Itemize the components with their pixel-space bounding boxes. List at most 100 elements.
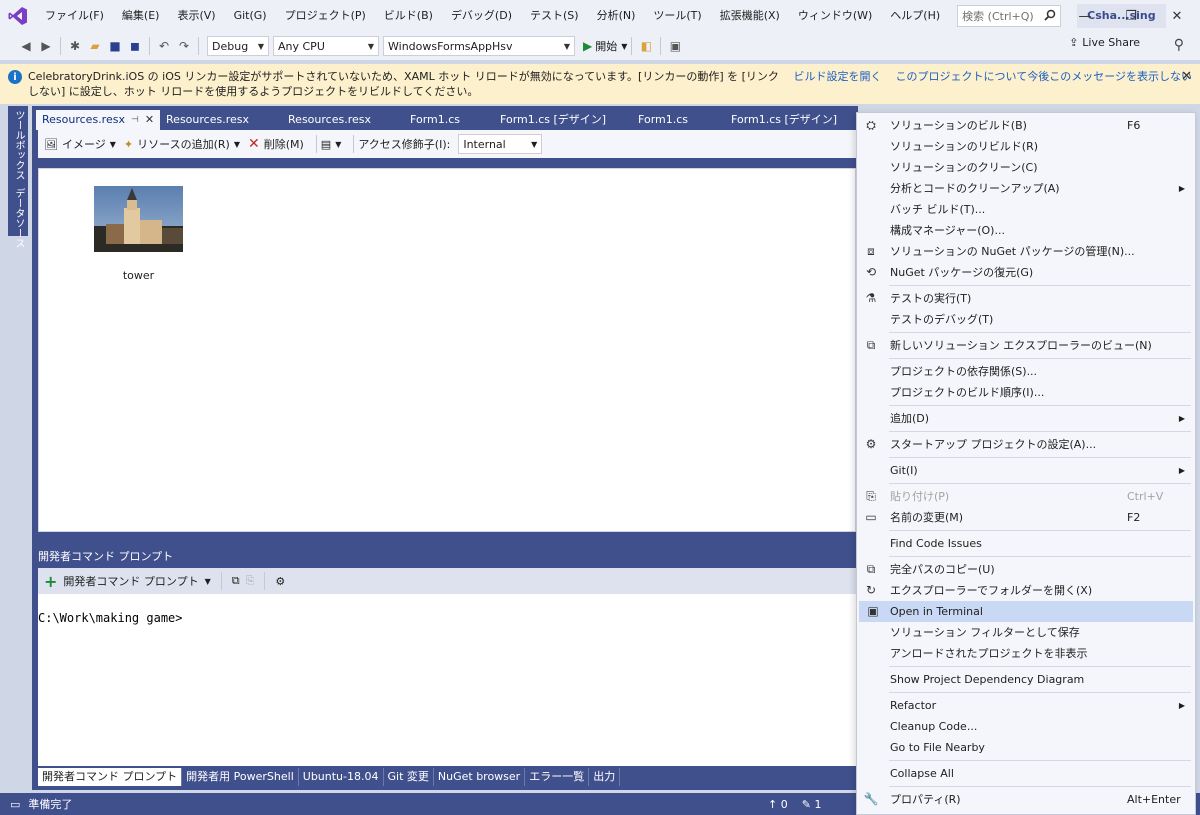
chevron-down-icon[interactable]: ▼: [205, 577, 211, 586]
tab-form1-cs[interactable]: Form1.cs: [404, 110, 494, 130]
context-menu-item[interactable]: Collapse All: [857, 763, 1195, 784]
context-menu-item[interactable]: ⧉ 新しいソリューション エクスプローラーのビュー(N): [857, 335, 1195, 356]
context-menu-item[interactable]: ⧉ 完全パスのコピー(U): [857, 559, 1195, 580]
save-all-icon[interactable]: ◼: [125, 36, 145, 56]
menu-tools[interactable]: ツール(T): [644, 0, 710, 32]
status-text: 準備完了: [28, 798, 73, 811]
context-menu-item[interactable]: Git(I) ▶: [857, 460, 1195, 481]
tab-form1-cs[interactable]: Form1.cs: [632, 110, 725, 130]
copy-icon[interactable]: ⧉: [232, 574, 240, 588]
hot-reload-icon[interactable]: ◧: [636, 36, 656, 56]
menu-file[interactable]: ファイル(F): [36, 0, 113, 32]
menu-test[interactable]: テスト(S): [521, 0, 588, 32]
screenshot-icon[interactable]: ▣: [665, 36, 685, 56]
context-menu-item[interactable]: ↻ エクスプローラーでフォルダーを開く(X): [857, 580, 1195, 601]
context-menu-item[interactable]: 分析とコードのクリーンアップ(A) ▶: [857, 178, 1195, 199]
tab-resources-resx[interactable]: Resources.resx: [282, 110, 404, 130]
menu-window[interactable]: ウィンドウ(W): [789, 0, 881, 32]
tab-form1-designer[interactable]: Form1.cs [デザイン]: [725, 110, 843, 130]
close-icon[interactable]: ✕: [1154, 0, 1200, 32]
restore-icon[interactable]: ❐: [1108, 0, 1154, 32]
context-menu-item[interactable]: Cleanup Code...: [857, 716, 1195, 737]
menu-item-label: 分析とコードのクリーンアップ(A): [890, 182, 1060, 195]
dont-show-again-link[interactable]: このプロジェクトについて今後このメッセージを表示しない: [896, 69, 1192, 99]
menu-build[interactable]: ビルド(B): [375, 0, 442, 32]
tab-ubuntu[interactable]: Ubuntu-18.04: [299, 768, 384, 786]
resource-thumbnail[interactable]: [94, 186, 183, 252]
add-terminal-icon[interactable]: +: [44, 572, 57, 591]
save-icon[interactable]: ■: [105, 36, 125, 56]
close-icon[interactable]: ✕: [1181, 69, 1192, 84]
menu-edit[interactable]: 編集(E): [113, 0, 169, 32]
context-menu-item[interactable]: Go to File Nearby: [857, 737, 1195, 758]
resource-type-button[interactable]: 🖼 イメージ ▼: [44, 136, 116, 152]
menu-item-label: 新しいソリューション エクスプローラーのビュー(N): [890, 339, 1152, 352]
context-menu-item[interactable]: Refactor ▶: [857, 695, 1195, 716]
gear-icon[interactable]: ⚙: [275, 575, 285, 588]
menu-analyze[interactable]: 分析(N): [588, 0, 645, 32]
context-menu-item[interactable]: 🔧 プロパティ(R) Alt+Enter: [857, 789, 1195, 810]
pin-icon[interactable]: ⊣: [131, 110, 139, 130]
context-menu-item[interactable]: 追加(D) ▶: [857, 408, 1195, 429]
context-menu-item[interactable]: プロジェクトの依存関係(S)...: [857, 361, 1195, 382]
open-build-settings-link[interactable]: ビルド設定を開く: [794, 69, 882, 99]
push-status[interactable]: ↑ 0: [768, 798, 788, 811]
context-menu-item[interactable]: ⟲ NuGet パッケージの復元(G): [857, 262, 1195, 283]
menu-extensions[interactable]: 拡張機能(X): [711, 0, 789, 32]
context-menu-item[interactable]: ▭ 名前の変更(M) F2: [857, 507, 1195, 528]
menu-debug[interactable]: デバッグ(D): [442, 0, 521, 32]
menu-view[interactable]: 表示(V): [168, 0, 224, 32]
startup-project-dropdown[interactable]: WindowsFormsAppHsv ▼: [383, 36, 575, 56]
close-tab-icon[interactable]: ✕: [145, 110, 154, 130]
minimize-icon[interactable]: —: [1062, 0, 1108, 32]
context-menu-item[interactable]: Show Project Dependency Diagram: [857, 669, 1195, 690]
menu-help[interactable]: ヘルプ(H): [881, 0, 949, 32]
feedback-icon[interactable]: ⚲: [1174, 37, 1184, 53]
back-icon[interactable]: ◀: [16, 36, 36, 56]
toolbox-tab[interactable]: ツールボックス: [8, 106, 29, 184]
terminal-output[interactable]: C:\Work\making game>: [38, 594, 856, 766]
edit-status[interactable]: ✎ 1: [802, 798, 822, 811]
context-menu-item[interactable]: テストのデバッグ(T): [857, 309, 1195, 330]
tab-resources-resx-active[interactable]: Resources.resx ⊣ ✕: [36, 110, 161, 130]
context-menu-item[interactable]: ⚙ スタートアップ プロジェクトの設定(A)...: [857, 434, 1195, 455]
new-project-icon[interactable]: ✱: [65, 36, 85, 56]
tab-form1-designer[interactable]: Form1.cs [デザイン]: [494, 110, 632, 130]
menu-project[interactable]: プロジェクト(P): [276, 0, 375, 32]
platform-dropdown[interactable]: Any CPU ▼: [273, 36, 379, 56]
redo-icon[interactable]: ↷: [174, 36, 194, 56]
access-modifier-dropdown[interactable]: Internal ▼: [458, 134, 543, 154]
context-menu-item[interactable]: ⧈ ソリューションの NuGet パッケージの管理(N)...: [857, 241, 1195, 262]
start-debugging-button[interactable]: ▶ 開始 ▼: [583, 38, 627, 54]
context-menu-item[interactable]: アンロードされたプロジェクトを非表示: [857, 643, 1195, 664]
context-menu-item[interactable]: ⛭ ソリューションのビルド(B) F6: [857, 115, 1195, 136]
configuration-dropdown[interactable]: Debug ▼: [207, 36, 269, 56]
tab-error-list[interactable]: エラー一覧: [525, 768, 590, 786]
context-menu-item[interactable]: プロジェクトのビルド順序(I)...: [857, 382, 1195, 403]
menu-git[interactable]: Git(G): [225, 0, 276, 32]
live-share-button[interactable]: ⇪ Live Share: [1069, 36, 1140, 49]
add-resource-button[interactable]: ✦ リソースの追加(R) ▼: [124, 136, 240, 152]
context-menu-item[interactable]: 構成マネージャー(O)...: [857, 220, 1195, 241]
context-menu-item[interactable]: ▣ Open in Terminal: [859, 601, 1193, 622]
open-file-icon[interactable]: ▰: [85, 36, 105, 56]
context-menu-item[interactable]: ソリューションのリビルド(R): [857, 136, 1195, 157]
tab-resources-resx[interactable]: Resources.resx: [160, 110, 282, 130]
tab-developer-powershell[interactable]: 開発者用 PowerShell: [182, 768, 299, 786]
context-menu-item[interactable]: ソリューション フィルターとして保存: [857, 622, 1195, 643]
tab-nuget-browser[interactable]: NuGet browser: [434, 768, 526, 786]
view-mode-button[interactable]: ▤ ▼: [321, 138, 342, 151]
tab-developer-command-prompt[interactable]: 開発者コマンド プロンプト: [38, 768, 183, 786]
tab-git-changes[interactable]: Git 変更: [384, 768, 434, 786]
forward-icon[interactable]: ▶: [36, 36, 56, 56]
context-menu-item[interactable]: ⚗ テストの実行(T): [857, 288, 1195, 309]
context-menu-item[interactable]: Find Code Issues: [857, 533, 1195, 554]
search-input[interactable]: 検索 (Ctrl+Q): [957, 5, 1062, 27]
context-menu-item[interactable]: ソリューションのクリーン(C): [857, 157, 1195, 178]
tab-output[interactable]: 出力: [589, 768, 621, 786]
data-sources-tab[interactable]: データソース: [8, 184, 29, 252]
new-terminal-label[interactable]: 開発者コマンド プロンプト: [63, 573, 198, 589]
undo-icon[interactable]: ↶: [154, 36, 174, 56]
context-menu-item[interactable]: バッチ ビルド(T)...: [857, 199, 1195, 220]
delete-resource-button[interactable]: ✕ 削除(M): [248, 136, 304, 152]
